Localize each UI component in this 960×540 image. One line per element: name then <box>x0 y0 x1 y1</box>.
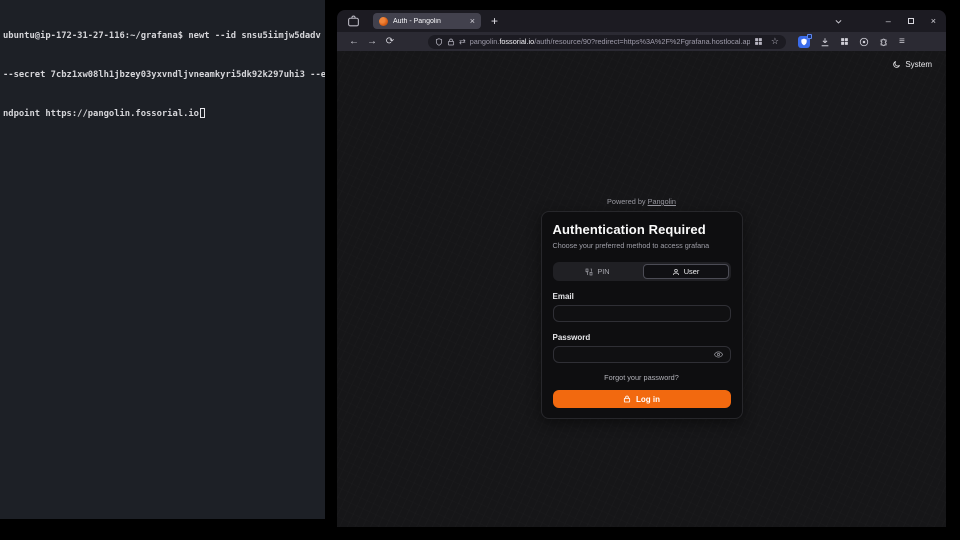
card-title: Authentication Required <box>553 222 731 237</box>
user-icon <box>672 268 680 276</box>
new-tab-button[interactable]: + <box>491 15 498 27</box>
lock-icon <box>623 395 631 403</box>
tracking-protection-shield-icon[interactable] <box>435 38 443 46</box>
terminal-line: --secret 7cbz1xw08lh1jbzey03yxvndljvneam… <box>3 69 322 82</box>
forward-button[interactable]: → <box>363 37 381 47</box>
shield-extension-icon[interactable] <box>798 36 810 48</box>
terminal-line: ubuntu@ip-172-31-27-116:~/grafana$ newt … <box>3 30 322 43</box>
auth-card: Authentication Required Choose your pref… <box>541 211 743 419</box>
browser-tab-bar: Auth - Pangolin × + – × <box>337 10 946 32</box>
hamburger-menu-icon[interactable]: ≡ <box>899 37 905 47</box>
close-window-button[interactable]: × <box>931 17 936 26</box>
extension-badge <box>807 34 812 39</box>
email-field[interactable] <box>553 305 731 322</box>
toolbar-extension-icons: ≡ <box>798 36 905 48</box>
maximize-button[interactable] <box>908 18 914 24</box>
powered-by: Powered by Pangolin <box>607 197 676 206</box>
email-label: Email <box>553 292 731 301</box>
terminal-line: ndpoint https://pangolin.fossorial.io <box>3 108 322 121</box>
terminal-window[interactable]: ubuntu@ip-172-31-27-116:~/grafana$ newt … <box>0 0 325 519</box>
bookmark-star-icon[interactable]: ☆ <box>771 37 779 46</box>
exchange-icon[interactable]: ⇄ <box>459 38 466 46</box>
downloads-icon[interactable] <box>820 37 830 47</box>
url-bar[interactable]: ⇄ pangolin.fossorial.io/auth/resource/90… <box>428 35 786 49</box>
browser-tab-auth-pangolin[interactable]: Auth - Pangolin × <box>373 13 481 29</box>
password-field[interactable] <box>553 346 731 363</box>
forgot-password-link[interactable]: Forgot your password? <box>553 373 731 382</box>
back-button[interactable]: ← <box>345 37 363 47</box>
window-controls: – × <box>834 17 936 26</box>
extensions-grid-icon[interactable] <box>840 37 849 46</box>
theme-toggle[interactable]: System <box>892 60 932 69</box>
lock-icon[interactable] <box>447 38 455 46</box>
auth-method-tabs: PIN User <box>553 262 731 281</box>
puzzle-extension-icon[interactable] <box>879 37 889 47</box>
adblock-circle-icon[interactable] <box>859 37 869 47</box>
browser-toolbar: ← → ⟳ ⇄ pangolin.fossorial.io/auth/resou… <box>337 32 946 51</box>
tab-user[interactable]: User <box>643 264 729 279</box>
password-label: Password <box>553 333 731 342</box>
browser-window: Auth - Pangolin × + – × ← → ⟳ ⇄ pangolin… <box>337 10 946 527</box>
theme-label: System <box>905 60 932 69</box>
auth-page: System Powered by Pangolin Authenticatio… <box>337 51 946 527</box>
tab-pin[interactable]: PIN <box>555 264 641 279</box>
list-tabs-chevron-icon[interactable] <box>834 17 843 26</box>
pangolin-favicon-icon <box>379 17 388 26</box>
reload-button[interactable]: ⟳ <box>381 37 399 47</box>
url-text: pangolin.fossorial.io/auth/resource/90?r… <box>470 37 750 46</box>
card-subtitle: Choose your preferred method to access g… <box>553 241 731 250</box>
tab-title: Auth - Pangolin <box>393 18 465 25</box>
minimize-button[interactable]: – <box>886 17 891 26</box>
container-grid-icon[interactable] <box>754 37 763 46</box>
firefox-view-icon[interactable] <box>347 15 360 28</box>
login-button[interactable]: Log in <box>553 390 731 408</box>
show-password-eye-icon[interactable] <box>714 350 723 359</box>
sun-moon-icon <box>892 60 901 69</box>
pangolin-link[interactable]: Pangolin <box>648 197 676 206</box>
binary-pin-icon <box>585 268 593 276</box>
terminal-cursor <box>200 108 205 118</box>
tab-close-icon[interactable]: × <box>470 17 475 26</box>
